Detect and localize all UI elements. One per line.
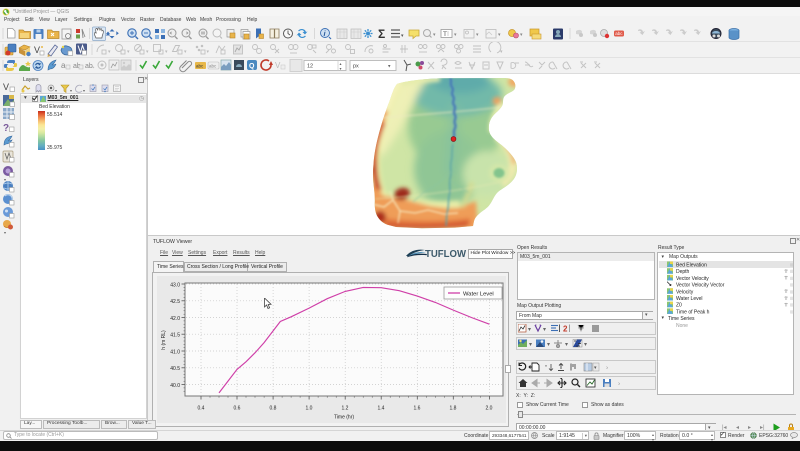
svg-text:0.4: 0.4 <box>198 406 205 412</box>
svg-text:Time of Peak h: Time of Peak h <box>676 309 710 315</box>
svg-text:⇈: ⇈ <box>784 303 788 309</box>
svg-text:⇈: ⇈ <box>784 276 788 282</box>
svg-text:1.6: 1.6 <box>414 406 421 412</box>
svg-text:Velocity: Velocity <box>676 289 694 295</box>
svg-text:a: a <box>61 61 66 70</box>
svg-text:▾: ▾ <box>584 342 587 348</box>
svg-text:Σ: Σ <box>378 27 385 41</box>
svg-text:▤: ▤ <box>790 302 794 307</box>
svg-text:40.0: 40.0 <box>170 383 180 389</box>
svg-text:T: T <box>443 31 447 38</box>
svg-text:abc: abc <box>209 64 217 69</box>
svg-text:TUFLOW: TUFLOW <box>425 249 467 259</box>
svg-text:▤: ▤ <box>790 269 794 274</box>
svg-text:⇈: ⇈ <box>784 296 788 302</box>
svg-text:ab: ab <box>85 63 93 70</box>
svg-text:▾: ▾ <box>146 49 149 55</box>
svg-text:▾: ▾ <box>433 32 436 38</box>
svg-text:0.6: 0.6 <box>234 406 241 412</box>
svg-text:Depth: Depth <box>676 269 690 275</box>
svg-text:Z0: Z0 <box>676 303 682 309</box>
svg-text:Vector Velocity: Vector Velocity <box>676 276 709 282</box>
svg-text:42.0: 42.0 <box>170 316 180 322</box>
svg-text:▤: ▤ <box>790 296 794 301</box>
svg-text:Bed Elevation: Bed Elevation <box>676 263 707 269</box>
svg-text:Water Level: Water Level <box>676 296 703 302</box>
svg-text:1.0: 1.0 <box>306 406 313 412</box>
svg-text:▤: ▤ <box>790 282 794 287</box>
svg-text:▾: ▾ <box>340 66 342 71</box>
svg-text:▾: ▾ <box>4 230 6 235</box>
svg-text:ʹʹ: ʹʹ <box>545 364 547 371</box>
svg-text:▾: ▾ <box>401 33 404 39</box>
svg-text:abc: abc <box>196 64 204 69</box>
svg-text:▾: ▾ <box>543 327 546 333</box>
svg-text:›: › <box>606 365 608 372</box>
svg-text:▾: ▾ <box>500 49 503 55</box>
svg-text:43.0: 43.0 <box>170 282 180 288</box>
svg-text:▾: ▾ <box>108 49 111 55</box>
svg-text:2: 2 <box>563 325 568 334</box>
svg-text:h (m RL): h (m RL) <box>161 330 167 350</box>
svg-text:⇈: ⇈ <box>784 289 788 295</box>
svg-text:?: ? <box>3 123 9 134</box>
svg-text:Water Level: Water Level <box>463 292 494 298</box>
svg-text:2.0: 2.0 <box>486 406 493 412</box>
svg-text:12: 12 <box>307 64 313 70</box>
svg-text:▾: ▾ <box>165 49 168 55</box>
svg-text:▾: ▾ <box>184 49 187 55</box>
svg-text:▾: ▾ <box>476 32 479 38</box>
svg-text:▤: ▤ <box>790 289 794 294</box>
svg-text:V: V <box>275 61 281 70</box>
svg-text:41.0: 41.0 <box>170 349 180 355</box>
svg-text:V: V <box>3 82 9 92</box>
svg-text:42.5: 42.5 <box>170 299 180 305</box>
svg-text:▤: ▤ <box>790 275 794 280</box>
svg-text:V: V <box>34 45 40 55</box>
svg-text:Time Series: Time Series <box>668 316 695 322</box>
svg-text:0.8: 0.8 <box>270 406 277 412</box>
svg-text:▾: ▾ <box>565 342 568 348</box>
svg-text:▾: ▾ <box>4 177 6 182</box>
svg-text:Q: Q <box>249 63 255 70</box>
svg-text:1.4: 1.4 <box>378 406 385 412</box>
svg-text:1.2: 1.2 <box>342 406 349 412</box>
svg-text:▾: ▾ <box>520 32 523 38</box>
svg-text:px: px <box>353 64 359 70</box>
svg-text:›: › <box>618 381 620 388</box>
svg-text:▾: ▾ <box>528 327 531 333</box>
svg-text:Vector Velocity Vector: Vector Velocity Vector <box>676 283 725 289</box>
svg-text:▤: ▤ <box>790 309 794 314</box>
svg-text:▾: ▾ <box>547 342 550 348</box>
svg-text:41.5: 41.5 <box>170 333 180 339</box>
svg-text:1.8: 1.8 <box>450 406 457 412</box>
svg-text:▾: ▾ <box>127 49 130 55</box>
svg-text:abc: abc <box>615 31 623 36</box>
svg-text:▾: ▾ <box>498 32 501 38</box>
svg-text:▤: ▤ <box>790 262 794 267</box>
svg-text:▾: ▾ <box>207 49 210 55</box>
svg-text:▾: ▾ <box>529 342 532 348</box>
svg-text:▾: ▾ <box>454 32 457 38</box>
svg-text:40.5: 40.5 <box>170 366 180 372</box>
svg-text:⇈: ⇈ <box>784 269 788 275</box>
svg-text:None: None <box>676 323 688 329</box>
